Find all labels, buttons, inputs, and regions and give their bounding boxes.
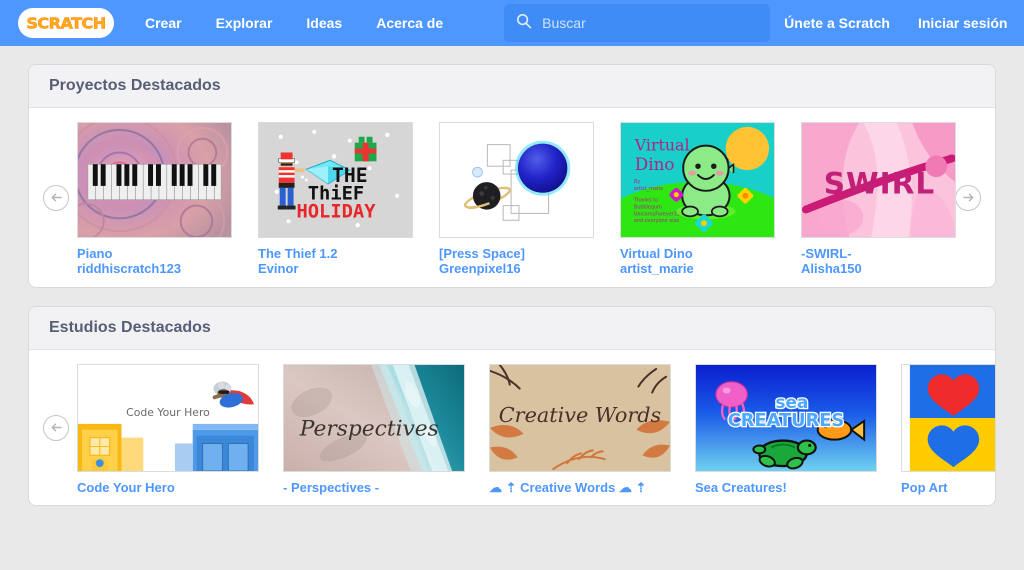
featured-projects-title: Proyectos Destacados	[29, 65, 995, 108]
search-icon	[516, 13, 532, 34]
studio-title[interactable]: Code Your Hero	[77, 480, 259, 495]
project-card[interactable]: Virtual Dino By artist_marie Thanks to Bub…	[620, 122, 775, 277]
studio-title[interactable]: - Perspectives -	[283, 480, 465, 495]
studio-card[interactable]: Creative Words ☁ ⇡ Creative Words ☁ ⇡	[489, 364, 671, 495]
project-thumbnail-swirl-pink[interactable]: SWIRL	[801, 122, 956, 238]
svg-text:UnicornsForever334: UnicornsForever334	[634, 211, 683, 217]
studio-title[interactable]: Sea Creatures!	[695, 480, 877, 495]
studios-row: Code Your Hero Code Your Hero Perspectiv…	[77, 364, 995, 495]
page-content: Proyectos Destacados Piano riddhiscratch…	[0, 46, 1024, 506]
project-title[interactable]: Virtual Dino	[620, 246, 775, 261]
search-input[interactable]	[542, 15, 759, 31]
studio-thumbnail-code-your-hero[interactable]: Code Your Hero	[77, 364, 259, 472]
sign-in-button[interactable]: Iniciar sesión	[904, 0, 1021, 46]
thumb-caption: Creative Words	[499, 403, 661, 427]
featured-studios-title: Estudios Destacados	[29, 307, 995, 350]
thumb-caption: Code Your Hero	[126, 406, 210, 419]
studio-card[interactable]: Perspectives - Perspectives -	[283, 364, 465, 495]
studios-prev-button[interactable]	[43, 414, 69, 441]
project-thumbnail-piano-swirl[interactable]	[77, 122, 232, 238]
svg-text:Thanks to: Thanks to	[633, 198, 658, 204]
scratch-logo[interactable]: SCRATCH	[18, 8, 114, 38]
logo-text: SCRATCH	[26, 14, 106, 32]
studio-thumbnail-creative-words[interactable]: Creative Words	[489, 364, 671, 472]
nav-item-ideas[interactable]: Ideas	[289, 0, 359, 46]
project-author[interactable]: Evinor	[258, 261, 413, 277]
project-author[interactable]: artist_marie	[620, 261, 775, 277]
svg-text:Virtual: Virtual	[634, 136, 690, 155]
project-card[interactable]: THE ThiEF HOLIDAY The Thief 1.2 Evinor	[258, 122, 413, 277]
project-title[interactable]: Piano	[77, 246, 232, 261]
svg-text:By: By	[634, 179, 640, 185]
studio-title[interactable]: Pop Art	[901, 480, 995, 495]
studio-card[interactable]: sea CREATURES Sea Creatures!	[695, 364, 877, 495]
svg-text:Bubblegum: Bubblegum	[634, 205, 662, 211]
search-box[interactable]	[504, 4, 771, 42]
projects-next-button[interactable]	[955, 184, 981, 211]
project-author[interactable]: riddhiscratch123	[77, 261, 232, 277]
nav-item-crear[interactable]: Crear	[128, 0, 199, 46]
nav-item-acerca-de[interactable]: Acerca de	[359, 0, 460, 46]
site-header: SCRATCH Crear Explorar Ideas Acerca de Ú…	[0, 0, 1024, 46]
studio-title[interactable]: ☁ ⇡ Creative Words ☁ ⇡	[489, 480, 671, 495]
featured-projects-carousel: Piano riddhiscratch123 THE ThiEF HOLIDAY…	[29, 108, 995, 287]
primary-nav: Crear Explorar Ideas Acerca de	[128, 0, 460, 46]
projects-row: Piano riddhiscratch123 THE ThiEF HOLIDAY…	[77, 122, 956, 277]
project-author[interactable]: Alisha150	[801, 261, 956, 277]
project-thumbnail-press-space-planets[interactable]	[439, 122, 594, 238]
thumb-caption-line2: CREATURES	[728, 411, 845, 431]
arrow-left-icon	[51, 193, 62, 202]
arrow-left-icon	[51, 423, 62, 432]
svg-text:artist_marie: artist_marie	[634, 186, 664, 192]
studio-thumbnail-sea-creatures[interactable]: sea CREATURES	[695, 364, 877, 472]
studio-card[interactable]: Code Your Hero Code Your Hero	[77, 364, 259, 495]
project-thumbnail-virtual-dino[interactable]: Virtual Dino By artist_marie Thanks to Bub…	[620, 122, 775, 238]
svg-text:SWIRL: SWIRL	[824, 167, 936, 201]
project-author[interactable]: Greenpixel16	[439, 261, 594, 277]
featured-studios-section: Estudios Destacados Code Your Hero Code …	[28, 306, 996, 506]
svg-text:Dino: Dino	[635, 154, 675, 174]
svg-text:and everyone else: and everyone else	[634, 218, 679, 224]
svg-text:HOLIDAY: HOLIDAY	[296, 201, 376, 222]
studio-card[interactable]: Pop Art	[901, 364, 995, 495]
project-title[interactable]: -SWIRL-	[801, 246, 956, 261]
project-title[interactable]: [Press Space]	[439, 246, 594, 261]
studio-thumbnail-pop-art-hearts[interactable]	[901, 364, 995, 472]
project-card[interactable]: Piano riddhiscratch123	[77, 122, 232, 277]
thumb-caption: Perspectives	[299, 417, 439, 442]
project-thumbnail-thief-holiday[interactable]: THE ThiEF HOLIDAY	[258, 122, 413, 238]
nav-item-explorar[interactable]: Explorar	[199, 0, 290, 46]
arrow-right-icon	[962, 193, 973, 202]
featured-studios-carousel: Code Your Hero Code Your Hero Perspectiv…	[29, 350, 995, 505]
account-nav: Únete a Scratch Iniciar sesión	[770, 0, 1024, 46]
thumb-caption-line1: sea	[776, 392, 809, 412]
project-card[interactable]: SWIRL -SWIRL- Alisha150	[801, 122, 956, 277]
studio-thumbnail-perspectives-beach[interactable]: Perspectives	[283, 364, 465, 472]
projects-prev-button[interactable]	[43, 184, 69, 211]
join-scratch-button[interactable]: Únete a Scratch	[770, 0, 904, 46]
project-card[interactable]: [Press Space] Greenpixel16	[439, 122, 594, 277]
project-title[interactable]: The Thief 1.2	[258, 246, 413, 261]
featured-projects-section: Proyectos Destacados Piano riddhiscratch…	[28, 64, 996, 288]
